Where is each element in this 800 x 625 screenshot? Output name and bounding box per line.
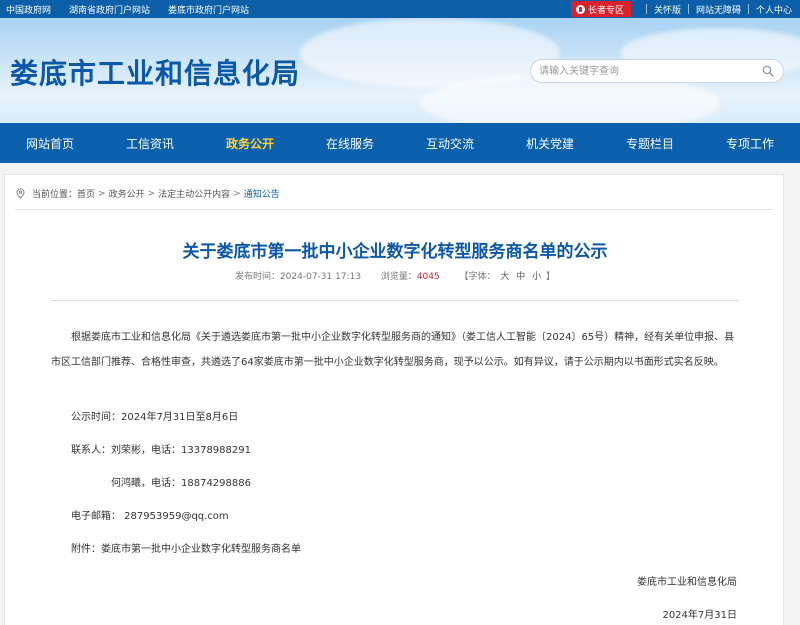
- publicity-period: 公示时间：2024年7月31日至8月6日: [71, 412, 239, 423]
- article-body: 根据娄底市工业和信息化局《关于遴选娄底市第一批中小企业数字化转型服务商的通知》（…: [51, 325, 741, 375]
- search-icon[interactable]: [762, 65, 774, 77]
- elder-icon: [575, 4, 585, 14]
- nav-item-online-service[interactable]: 在线服务: [300, 123, 400, 163]
- publish-time: 2024-07-31 17:13: [279, 272, 362, 282]
- breadcrumb-statutory-content[interactable]: 法定主动公开内容: [158, 187, 230, 200]
- views-count: 4045: [416, 272, 440, 282]
- attachment-link[interactable]: 附件：娄底市第一批中小企业数字化转型服务商名单: [71, 540, 301, 555]
- signature-org: 娄底市工业和信息化局: [637, 577, 737, 588]
- signature-date: 2024年7月31日: [662, 610, 737, 621]
- care-mode-link[interactable]: 关怀版: [654, 3, 681, 16]
- nav-item-interaction[interactable]: 互动交流: [400, 123, 500, 163]
- top-right: 长者专区 关怀版 网站无障碍 个人中心: [570, 0, 800, 18]
- content-panel: 当前位置： 首页 > 政务公开 > 法定主动公开内容 > 通知公告 关于娄底市第…: [4, 174, 784, 625]
- breadcrumb-prefix: 当前位置：: [32, 190, 78, 200]
- breadcrumb: 当前位置： 首页 > 政务公开 > 法定主动公开内容 > 通知公告: [15, 187, 280, 200]
- breadcrumb-separator: >: [233, 188, 241, 199]
- link-hunan-gov[interactable]: 湖南省政府门户网站: [69, 3, 150, 16]
- font-size-medium[interactable]: 中: [516, 272, 525, 282]
- nav-item-party-building[interactable]: 机关党建: [500, 123, 600, 163]
- divider: [687, 4, 689, 14]
- top-links: 中国政府网 湖南省政府门户网站 娄底市政府门户网站: [6, 0, 249, 18]
- main-nav: 网站首页 工信资讯 政务公开 在线服务 互动交流 机关党建 专题栏目 专项工作: [0, 123, 800, 163]
- breadcrumb-separator: >: [147, 188, 156, 199]
- top-bar: 中国政府网 湖南省政府门户网站 娄底市政府门户网站 长者专区 关怀版 网站无障碍…: [0, 0, 800, 18]
- search-box[interactable]: [530, 59, 784, 83]
- personal-center-link[interactable]: 个人中心: [756, 3, 792, 16]
- article-meta: 发布时间：2024-07-31 17:13 浏览量：4045 【字体： 大 中 …: [5, 269, 785, 282]
- font-size-large[interactable]: 大: [500, 272, 509, 282]
- article-title: 关于娄底市第一批中小企业数字化转型服务商名单的公示: [182, 242, 608, 262]
- article-paragraph: 根据娄底市工业和信息化局《关于遴选娄底市第一批中小企业数字化转型服务商的通知》（…: [51, 332, 735, 368]
- site-title[interactable]: 娄底市工业和信息化局: [10, 52, 300, 92]
- nav-item-news[interactable]: 工信资讯: [100, 123, 200, 163]
- font-size-small[interactable]: 小: [532, 272, 541, 282]
- search-input[interactable]: [539, 63, 749, 79]
- elder-zone-button[interactable]: 长者专区: [570, 1, 631, 17]
- contact-person-1: 联系人：刘荣彬，电话：13378988291: [71, 445, 251, 456]
- contact-person-2: 何鸿曦，电话：18874298886: [111, 478, 251, 489]
- accessibility-link[interactable]: 网站无障碍: [696, 3, 741, 16]
- breadcrumb-gov-affairs[interactable]: 政务公开: [109, 187, 145, 200]
- breadcrumb-home[interactable]: 首页: [77, 187, 95, 200]
- font-size-switcher: 【字体： 大 中 小 】: [459, 272, 555, 282]
- nav-item-home[interactable]: 网站首页: [0, 123, 100, 163]
- nav-item-gov-affairs[interactable]: 政务公开: [200, 123, 300, 163]
- site-header: 娄底市工业和信息化局: [0, 18, 800, 123]
- divider: [645, 4, 647, 14]
- nav-item-special-work[interactable]: 专项工作: [700, 123, 800, 163]
- nav-item-topics[interactable]: 专题栏目: [600, 123, 700, 163]
- location-icon: [16, 188, 25, 199]
- elder-zone-label: 长者专区: [587, 5, 624, 16]
- views-label: 浏览量：: [380, 272, 417, 282]
- breadcrumb-notices[interactable]: 通知公告: [244, 187, 280, 200]
- link-loudi-gov[interactable]: 娄底市政府门户网站: [168, 3, 249, 16]
- publish-label: 发布时间：: [234, 272, 280, 282]
- divider: [15, 209, 773, 210]
- link-gov-cn[interactable]: 中国政府网: [6, 3, 51, 16]
- font-label: 【字体：: [459, 272, 496, 282]
- contact-email: 电子邮箱： 287953959@qq.com: [71, 511, 229, 522]
- breadcrumb-separator: >: [98, 188, 106, 199]
- divider: [747, 4, 749, 14]
- font-close: 】: [546, 272, 556, 282]
- divider: [51, 300, 739, 301]
